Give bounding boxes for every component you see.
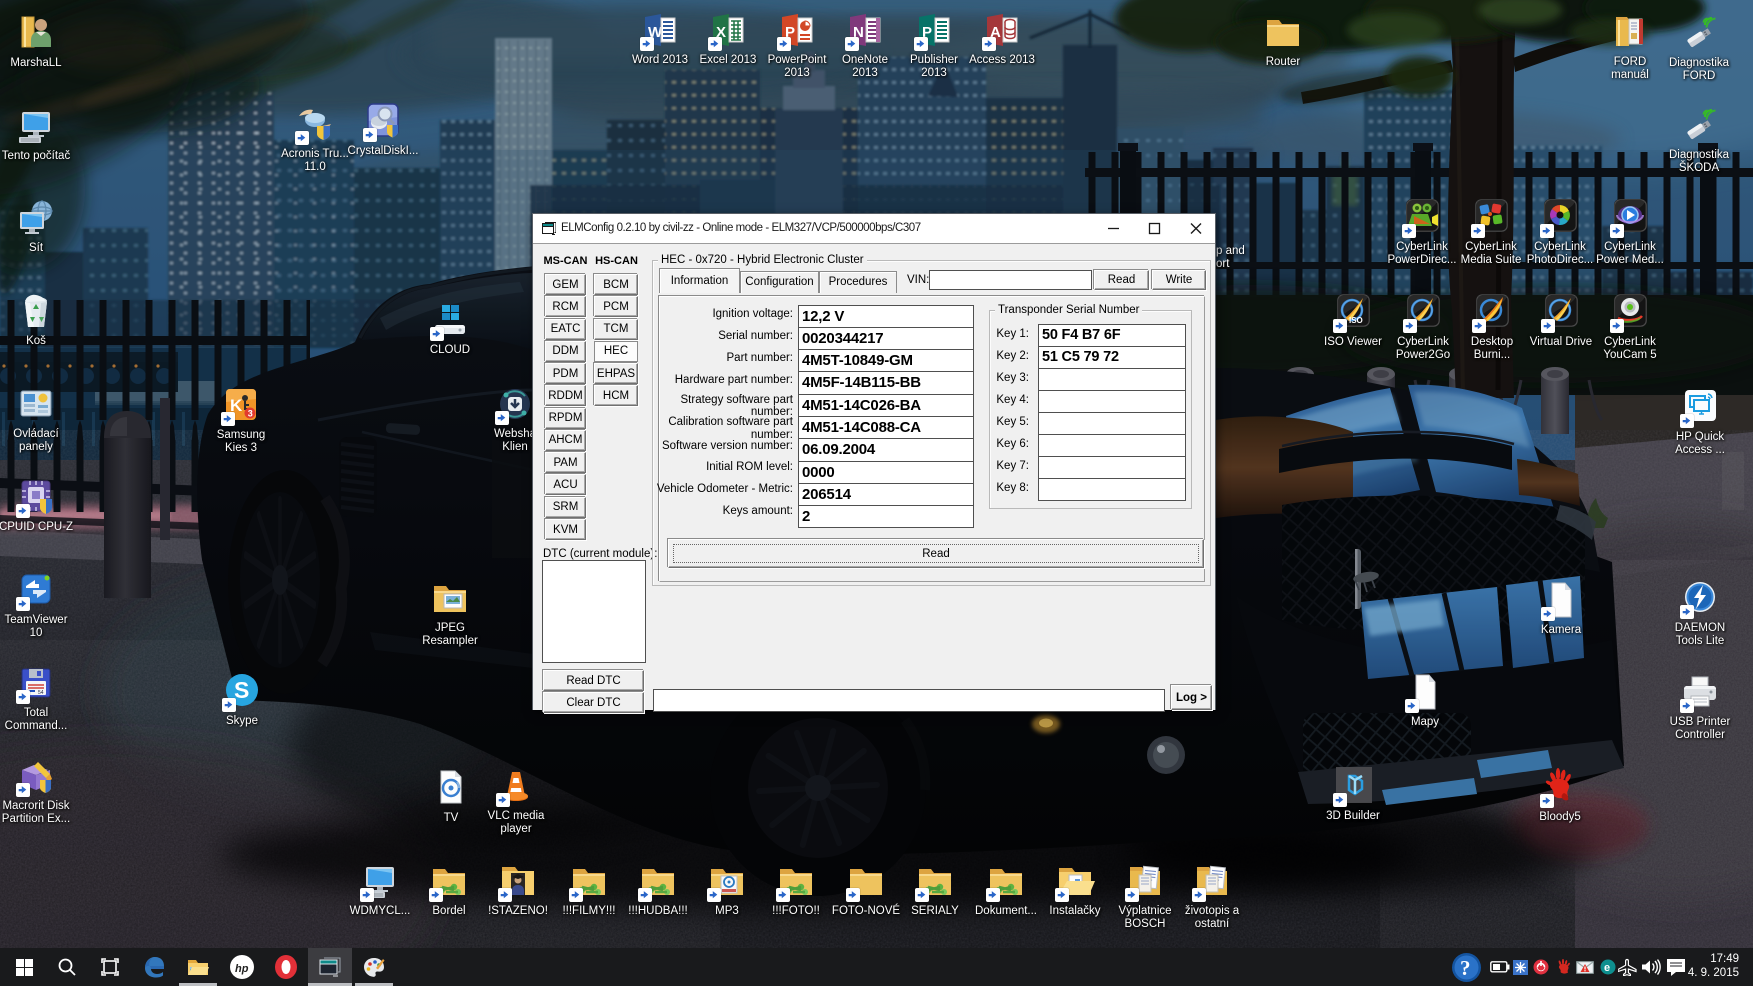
svg-text:ISO: ISO (1349, 316, 1363, 325)
svg-text:e: e (1604, 962, 1610, 974)
svg-text:54: 54 (38, 690, 44, 696)
svg-text:?: ? (1460, 956, 1471, 980)
svg-text:S: S (234, 677, 249, 703)
svg-text:hp: hp (235, 963, 249, 975)
svg-text:3: 3 (248, 409, 253, 419)
